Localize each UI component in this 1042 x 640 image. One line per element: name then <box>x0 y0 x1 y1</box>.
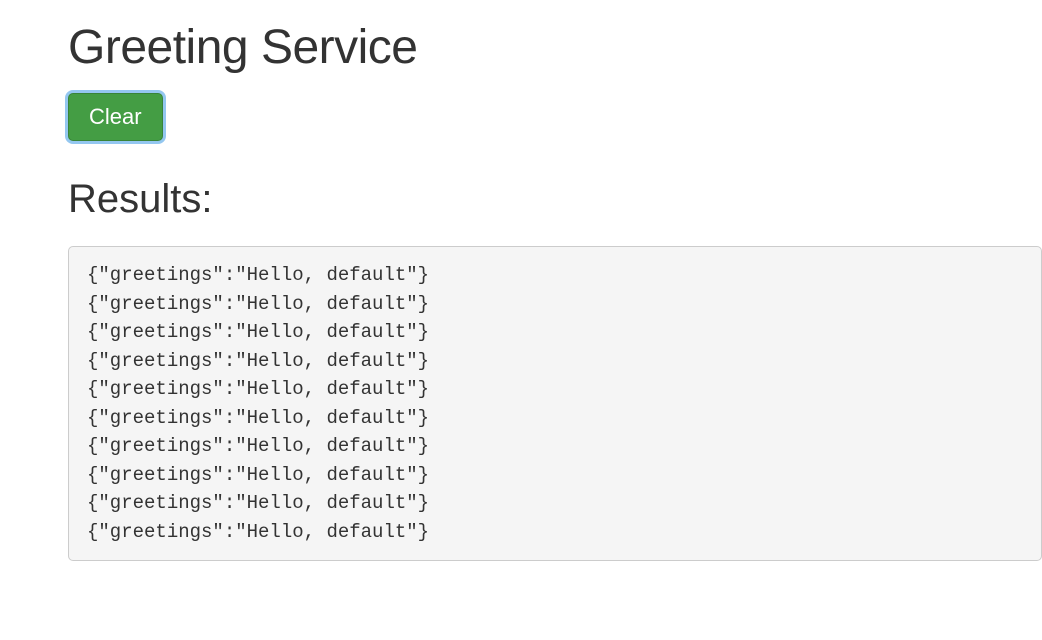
clear-button[interactable]: Clear <box>68 93 163 141</box>
results-heading: Results: <box>68 177 1042 222</box>
page-title: Greeting Service <box>68 20 1042 75</box>
results-output: {"greetings":"Hello, default"} {"greetin… <box>68 246 1042 561</box>
main-container: Greeting Service Clear Results: {"greeti… <box>0 0 1042 561</box>
